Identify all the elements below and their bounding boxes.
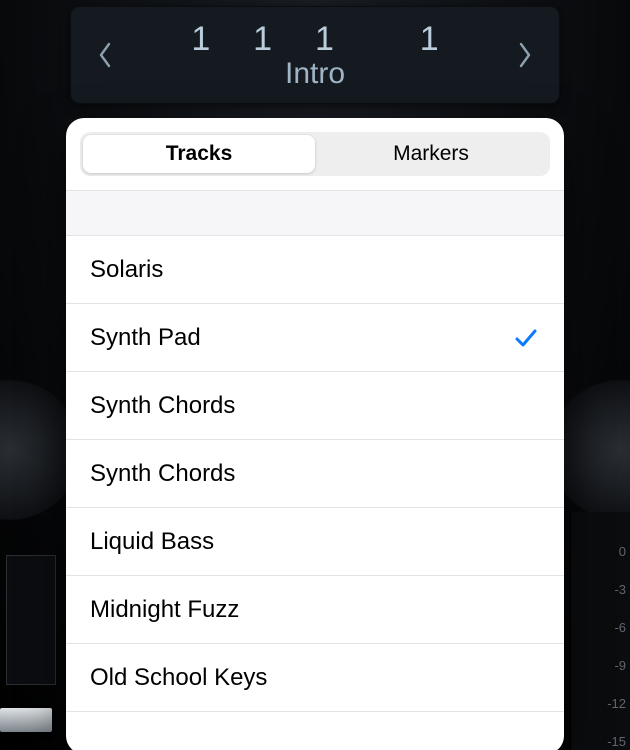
meter-tick: -3 bbox=[596, 582, 626, 597]
meter-tick: -15 bbox=[596, 734, 626, 749]
section-header-spacer bbox=[66, 190, 564, 236]
track-name: Synth Pad bbox=[90, 324, 201, 352]
fader-handle[interactable] bbox=[0, 708, 52, 732]
track-name: Synth Chords bbox=[90, 460, 235, 488]
chevron-left-icon bbox=[98, 42, 112, 68]
playhead-position: 1 1 1 1 bbox=[122, 20, 508, 59]
track-row[interactable]: Synth Pad bbox=[66, 304, 564, 372]
lcd-display: 1 1 1 1 Intro bbox=[70, 6, 560, 104]
track-list: Solaris Synth Pad Synth Chords Synth Chords… bbox=[66, 236, 564, 712]
track-name: Liquid Bass bbox=[90, 528, 214, 556]
track-row[interactable]: Old School Keys bbox=[66, 644, 564, 712]
meter-tick: -9 bbox=[596, 658, 626, 673]
track-name: Solaris bbox=[90, 256, 163, 284]
track-name: Midnight Fuzz bbox=[90, 596, 239, 624]
track-row[interactable]: Midnight Fuzz bbox=[66, 576, 564, 644]
track-name: Synth Chords bbox=[90, 392, 235, 420]
tab-tracks[interactable]: Tracks bbox=[83, 135, 315, 173]
track-row[interactable]: Solaris bbox=[66, 236, 564, 304]
track-row[interactable]: Synth Chords bbox=[66, 372, 564, 440]
track-row[interactable]: Liquid Bass bbox=[66, 508, 564, 576]
meter-tick: -6 bbox=[596, 620, 626, 635]
track-name: Old School Keys bbox=[90, 664, 267, 692]
level-meter: 0 -3 -6 -9 -12 -15 bbox=[570, 512, 630, 750]
pos-tick: 1 bbox=[420, 20, 439, 58]
meter-tick: 0 bbox=[596, 544, 626, 559]
fader-track bbox=[6, 555, 56, 685]
track-marker-popover: Tracks Markers Solaris Synth Pad Synth Cho… bbox=[66, 118, 564, 750]
chevron-right-icon bbox=[518, 42, 532, 68]
prev-marker-button[interactable] bbox=[88, 30, 122, 80]
pos-beat: 1 bbox=[253, 20, 272, 58]
segmented-control: Tracks Markers bbox=[80, 132, 550, 176]
lcd-center[interactable]: 1 1 1 1 Intro bbox=[122, 20, 508, 91]
pos-bar: 1 bbox=[191, 20, 210, 58]
track-row[interactable]: Synth Chords bbox=[66, 440, 564, 508]
meter-tick: -12 bbox=[596, 696, 626, 711]
current-marker-name: Intro bbox=[122, 57, 508, 91]
checkmark-icon bbox=[512, 324, 540, 352]
tab-markers[interactable]: Markers bbox=[315, 135, 547, 173]
pos-div: 1 bbox=[315, 20, 334, 58]
next-marker-button[interactable] bbox=[508, 30, 542, 80]
